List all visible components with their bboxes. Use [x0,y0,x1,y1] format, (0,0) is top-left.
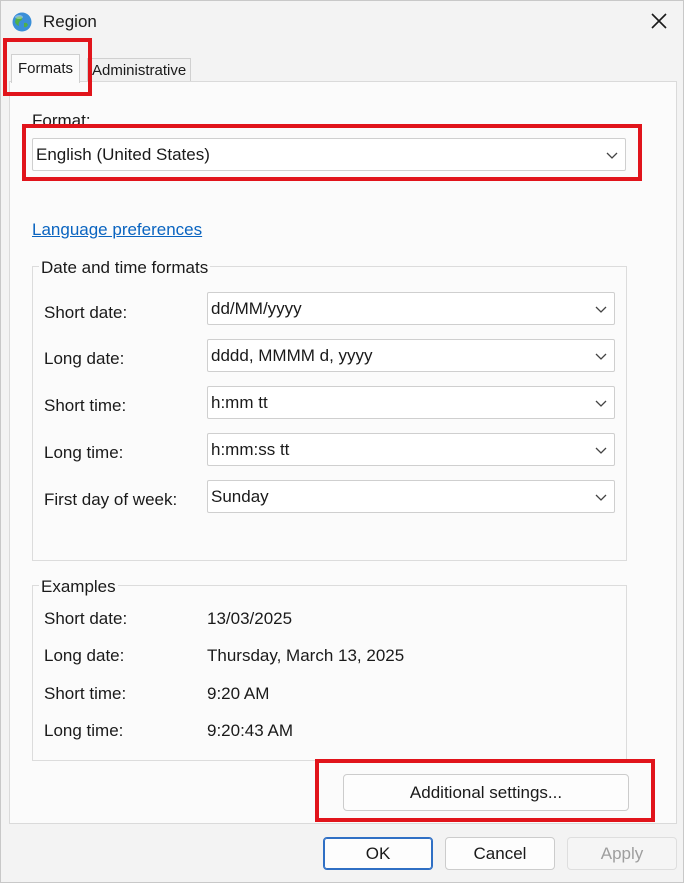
short-date-select[interactable]: dd/MM/yyyy [207,292,615,325]
long-time-value: h:mm:ss tt [211,440,290,459]
short-date-label: Short date: [44,303,128,322]
cancel-label: Cancel [473,843,527,863]
short-time-label: Short time: [44,396,127,415]
example-long-date-label: Long date: [44,646,125,665]
tab-formats[interactable]: Formats [11,54,81,83]
language-preferences-link[interactable]: Language preferences [32,220,202,240]
cancel-button[interactable]: Cancel [445,837,555,870]
apply-button[interactable]: Apply [567,837,677,870]
example-short-date-label: Short date: [44,609,128,628]
first-day-of-week-value: Sunday [211,487,269,506]
example-short-time-label: Short time: [44,684,127,703]
window-title: Region [43,12,97,31]
example-short-date-value: 13/03/2025 [207,609,293,628]
region-dialog: Region Formats Administrative Format: En… [0,0,684,883]
format-label: Format: [32,111,91,130]
long-date-select[interactable]: dddd, MMMM d, yyyy [207,339,615,372]
long-time-label: Long time: [44,443,124,462]
short-time-value: h:mm tt [211,393,268,412]
first-day-of-week-label: First day of week: [44,490,178,509]
formats-panel: Format: English (United States) Language… [9,81,677,824]
short-time-select[interactable]: h:mm tt [207,386,615,419]
long-date-label: Long date: [44,349,125,368]
tab-strip: Formats Administrative [9,45,677,83]
close-button[interactable] [643,7,675,39]
chevron-down-icon [594,349,608,363]
title-bar: Region [1,1,683,45]
tab-formats-label: Formats [18,60,74,77]
ok-label: OK [365,843,391,863]
long-time-select[interactable]: h:mm:ss tt [207,433,615,466]
example-long-date-value: Thursday, March 13, 2025 [207,646,405,665]
tab-administrative[interactable]: Administrative [87,58,192,82]
globe-icon [11,11,33,33]
short-date-value: dd/MM/yyyy [211,299,302,318]
additional-settings-button[interactable]: Additional settings... [343,774,629,811]
long-date-value: dddd, MMMM d, yyyy [211,346,373,365]
apply-label: Apply [600,843,644,863]
chevron-down-icon [594,302,608,316]
chevron-down-icon [594,396,608,410]
chevron-down-icon [594,443,608,457]
format-select[interactable]: English (United States) [32,138,626,171]
examples-title: Examples [39,577,118,597]
date-time-formats-title: Date and time formats [39,258,211,278]
chevron-down-icon [594,490,608,504]
examples-group: Examples Short date: 13/03/2025 Long dat… [32,577,627,761]
additional-settings-label: Additional settings... [409,782,563,802]
format-select-value: English (United States) [36,145,210,164]
first-day-of-week-select[interactable]: Sunday [207,480,615,513]
example-short-time-value: 9:20 AM [207,684,270,703]
close-icon [650,12,668,35]
chevron-down-icon [605,148,619,162]
date-time-formats-group: Date and time formats Short date: dd/MM/… [32,258,627,561]
ok-button[interactable]: OK [323,837,433,870]
example-long-time-value: 9:20:43 AM [207,721,294,740]
tab-administrative-label: Administrative [92,62,187,79]
example-long-time-label: Long time: [44,721,124,740]
